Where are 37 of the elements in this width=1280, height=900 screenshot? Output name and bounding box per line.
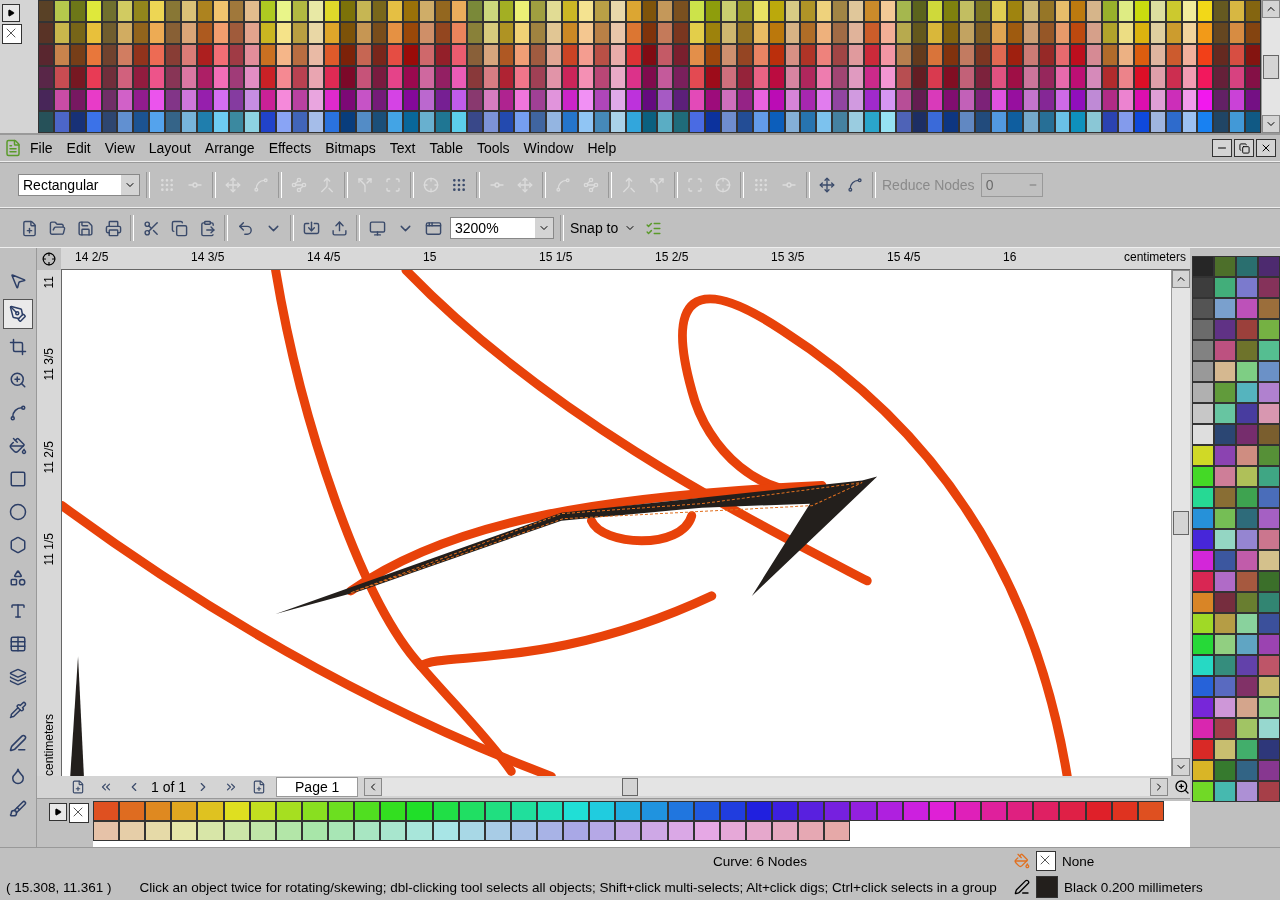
ruler-label: 14 4/5	[307, 250, 342, 264]
fill-status: None	[1062, 853, 1095, 869]
menu-item[interactable]: Bitmaps	[319, 138, 382, 158]
menu-item[interactable]: View	[98, 138, 141, 158]
menu-item[interactable]: Effects	[262, 138, 318, 158]
selection-info: Curve: 6 Nodes	[712, 853, 807, 869]
ruler-label: 16	[1003, 250, 1018, 264]
ruler-label: 15 3/5	[771, 250, 806, 264]
ruler-label: 15	[423, 250, 438, 264]
ruler-label: 11	[42, 276, 56, 289]
ruler-label: 11 1/5	[42, 533, 56, 566]
menu-item[interactable]: Help	[581, 138, 623, 158]
ruler-label: 14 3/5	[191, 250, 226, 264]
menu-item[interactable]: File	[24, 138, 59, 158]
ruler-label: 14 2/5	[75, 250, 110, 264]
ruler-label: 15 2/5	[655, 250, 690, 264]
menu-item[interactable]: Tools	[470, 138, 516, 158]
hint-text: Click an object twice for rotating/skewing; dbl-clicking tool selects all objects; Shift+click multi-selects; Alt+click digs; Ctrl+click selects in a group	[139, 879, 997, 895]
page-tab[interactable]: Page 1	[276, 777, 359, 797]
ruler-unit: centimeters	[1123, 250, 1187, 264]
zoom-dropdown[interactable]: 3200%	[450, 217, 554, 239]
ruler-unit: centimeters	[42, 713, 56, 776]
menu-item[interactable]: Layout	[142, 138, 197, 158]
cursor-coordinates: ( 15.308, 11.361 )	[6, 879, 112, 895]
menu-item[interactable]: Window	[517, 138, 580, 158]
mode-dropdown[interactable]: Rectangular	[18, 174, 140, 196]
snap-to-button[interactable]: Snap to	[570, 220, 619, 236]
menu-item[interactable]: Table	[423, 138, 469, 158]
ruler-label: 11 2/5	[42, 440, 56, 474]
menu-item[interactable]: Edit	[60, 138, 97, 158]
menu-item[interactable]: Arrange	[198, 138, 261, 158]
ruler-label: 11 3/5	[42, 348, 56, 381]
ruler-label: 15 1/5	[539, 250, 574, 264]
ruler-label: 15 4/5	[887, 250, 922, 264]
page-count: 1 of 1	[151, 779, 187, 795]
menu-item[interactable]: Text	[383, 138, 422, 158]
outline-status: Black 0.200 millimeters	[1064, 879, 1203, 895]
